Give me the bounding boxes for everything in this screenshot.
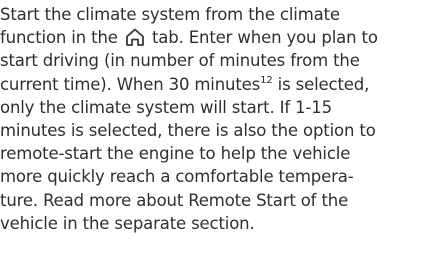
text-fragment: function in the [0, 28, 118, 48]
text-line: Start the climate system from the climat… [0, 5, 340, 24]
text-line: vehicle in the separate section. [0, 213, 255, 233]
text-line: minutes is selected, there is also the o… [0, 121, 376, 141]
text-line: start driving (in number of minutes from… [0, 51, 360, 71]
footnote-reference: 12 [260, 74, 273, 86]
text-line: ture. Read more about Remote Start of th… [0, 190, 349, 210]
text-line: only the climate system will start. If 1… [0, 97, 332, 117]
paragraph: Start the climate system from the climat… [0, 3, 441, 235]
text-line: remote-start the engine to help the vehi… [0, 144, 351, 164]
text-fragment: is selected, [272, 74, 370, 94]
text-fragment: current time). When 30 minutes [0, 74, 261, 94]
text-fragment: tab. Enter when you plan to [151, 28, 378, 48]
text-line: more quickly reach a comfortable tempera… [0, 167, 354, 187]
home-icon [124, 27, 146, 47]
text-line: function in the tab. Enter when you plan… [0, 26, 441, 49]
text-line: current time). When 30 minutes12 is sele… [0, 73, 441, 96]
